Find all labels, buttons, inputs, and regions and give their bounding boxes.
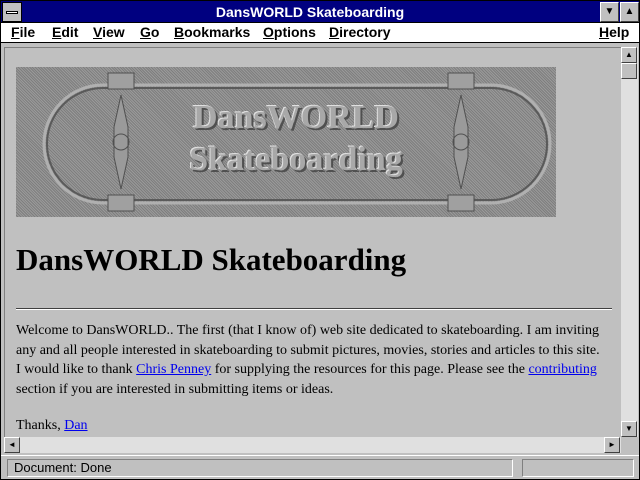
logo-line-2: Skateboarding [189, 141, 403, 178]
menu-edit-accel: E [52, 24, 62, 40]
menu-directory-accel: D [329, 24, 340, 40]
maximize-icon: ▲ [624, 6, 635, 17]
menu-edit[interactable]: Edit [52, 24, 78, 40]
menu-bookmarks-label: ookmarks [184, 24, 251, 40]
menu-file-label: ile [19, 24, 36, 40]
scroll-right-button[interactable]: ► [604, 437, 620, 453]
scrollbar-corner [621, 437, 638, 453]
window-title: DansWORLD Skateboarding [215, 4, 405, 20]
title-bar[interactable]: DansWORLD Skateboarding ▼ ▲ [1, 1, 639, 23]
welcome-paragraph: Welcome to DansWORLD.. The first (that I… [16, 321, 606, 399]
menu-file-accel: F [11, 24, 20, 40]
status-text: Document: Done [7, 459, 513, 477]
menu-go[interactable]: Go [140, 24, 159, 40]
menu-bar: File Edit View Go Bookmarks Options Dire… [1, 23, 639, 43]
menu-view[interactable]: View [93, 24, 125, 40]
vertical-scrollbar[interactable]: ▲ ▼ [621, 47, 638, 437]
menu-options[interactable]: Options [263, 24, 316, 40]
menu-help-label: elp [609, 24, 630, 40]
minimize-icon: ▼ [604, 6, 615, 17]
dan-link[interactable]: Dan [64, 418, 87, 433]
contributing-link[interactable]: contributing [528, 362, 596, 377]
menu-bookmarks[interactable]: Bookmarks [174, 24, 250, 40]
arrow-right-icon: ► [608, 440, 616, 449]
scroll-left-button[interactable]: ◄ [4, 437, 20, 453]
system-menu-button[interactable] [2, 2, 22, 22]
system-menu-icon [6, 11, 18, 14]
maximize-button[interactable]: ▲ [620, 2, 639, 22]
horizontal-rule [16, 308, 612, 310]
scroll-down-button[interactable]: ▼ [621, 421, 637, 437]
chris-penney-link[interactable]: Chris Penney [136, 362, 211, 377]
arrow-down-icon: ▼ [625, 424, 633, 433]
logo-line-1: DansWORLD [193, 99, 399, 136]
menu-help-accel: H [599, 24, 610, 40]
progress-indicator [522, 459, 634, 477]
menu-go-label: o [150, 24, 160, 40]
status-bar: Document: Done [1, 455, 639, 479]
thanks-text: Thanks, [16, 418, 65, 433]
arrow-left-icon: ◄ [8, 440, 16, 449]
arrow-up-icon: ▲ [625, 50, 633, 59]
menu-directory-label: irectory [339, 24, 391, 40]
page-heading: DansWORLD Skateboarding [16, 242, 407, 277]
menu-directory[interactable]: Directory [329, 24, 390, 40]
logo-text: DansWORLD Skateboarding [166, 97, 426, 181]
menu-edit-label: dit [61, 24, 79, 40]
browser-window: DansWORLD Skateboarding ▼ ▲ File Edit Vi… [0, 0, 640, 480]
menu-help[interactable]: Help [599, 24, 629, 40]
menu-go-accel: G [140, 24, 151, 40]
thanks-line: Thanks, Dan [16, 418, 88, 434]
menu-view-accel: V [93, 24, 103, 40]
menu-options-accel: O [263, 24, 274, 40]
horizontal-scrollbar[interactable]: ◄ ► [4, 437, 621, 453]
site-logo-banner: DansWORLD Skateboarding [16, 67, 556, 217]
vertical-scroll-thumb[interactable] [621, 63, 637, 79]
minimize-button[interactable]: ▼ [600, 2, 619, 22]
para-text-3: section if you are interested in submitt… [16, 381, 334, 397]
scroll-up-button[interactable]: ▲ [621, 47, 637, 63]
menu-bookmarks-accel: B [174, 24, 185, 40]
menu-file[interactable]: File [11, 24, 35, 40]
menu-options-label: ptions [273, 24, 316, 40]
para-text-2: for supplying the resources for this pag… [211, 362, 529, 377]
document-view: DansWORLD Skateboarding DansWORLD Skateb… [4, 47, 621, 437]
menu-view-label: iew [102, 24, 125, 40]
